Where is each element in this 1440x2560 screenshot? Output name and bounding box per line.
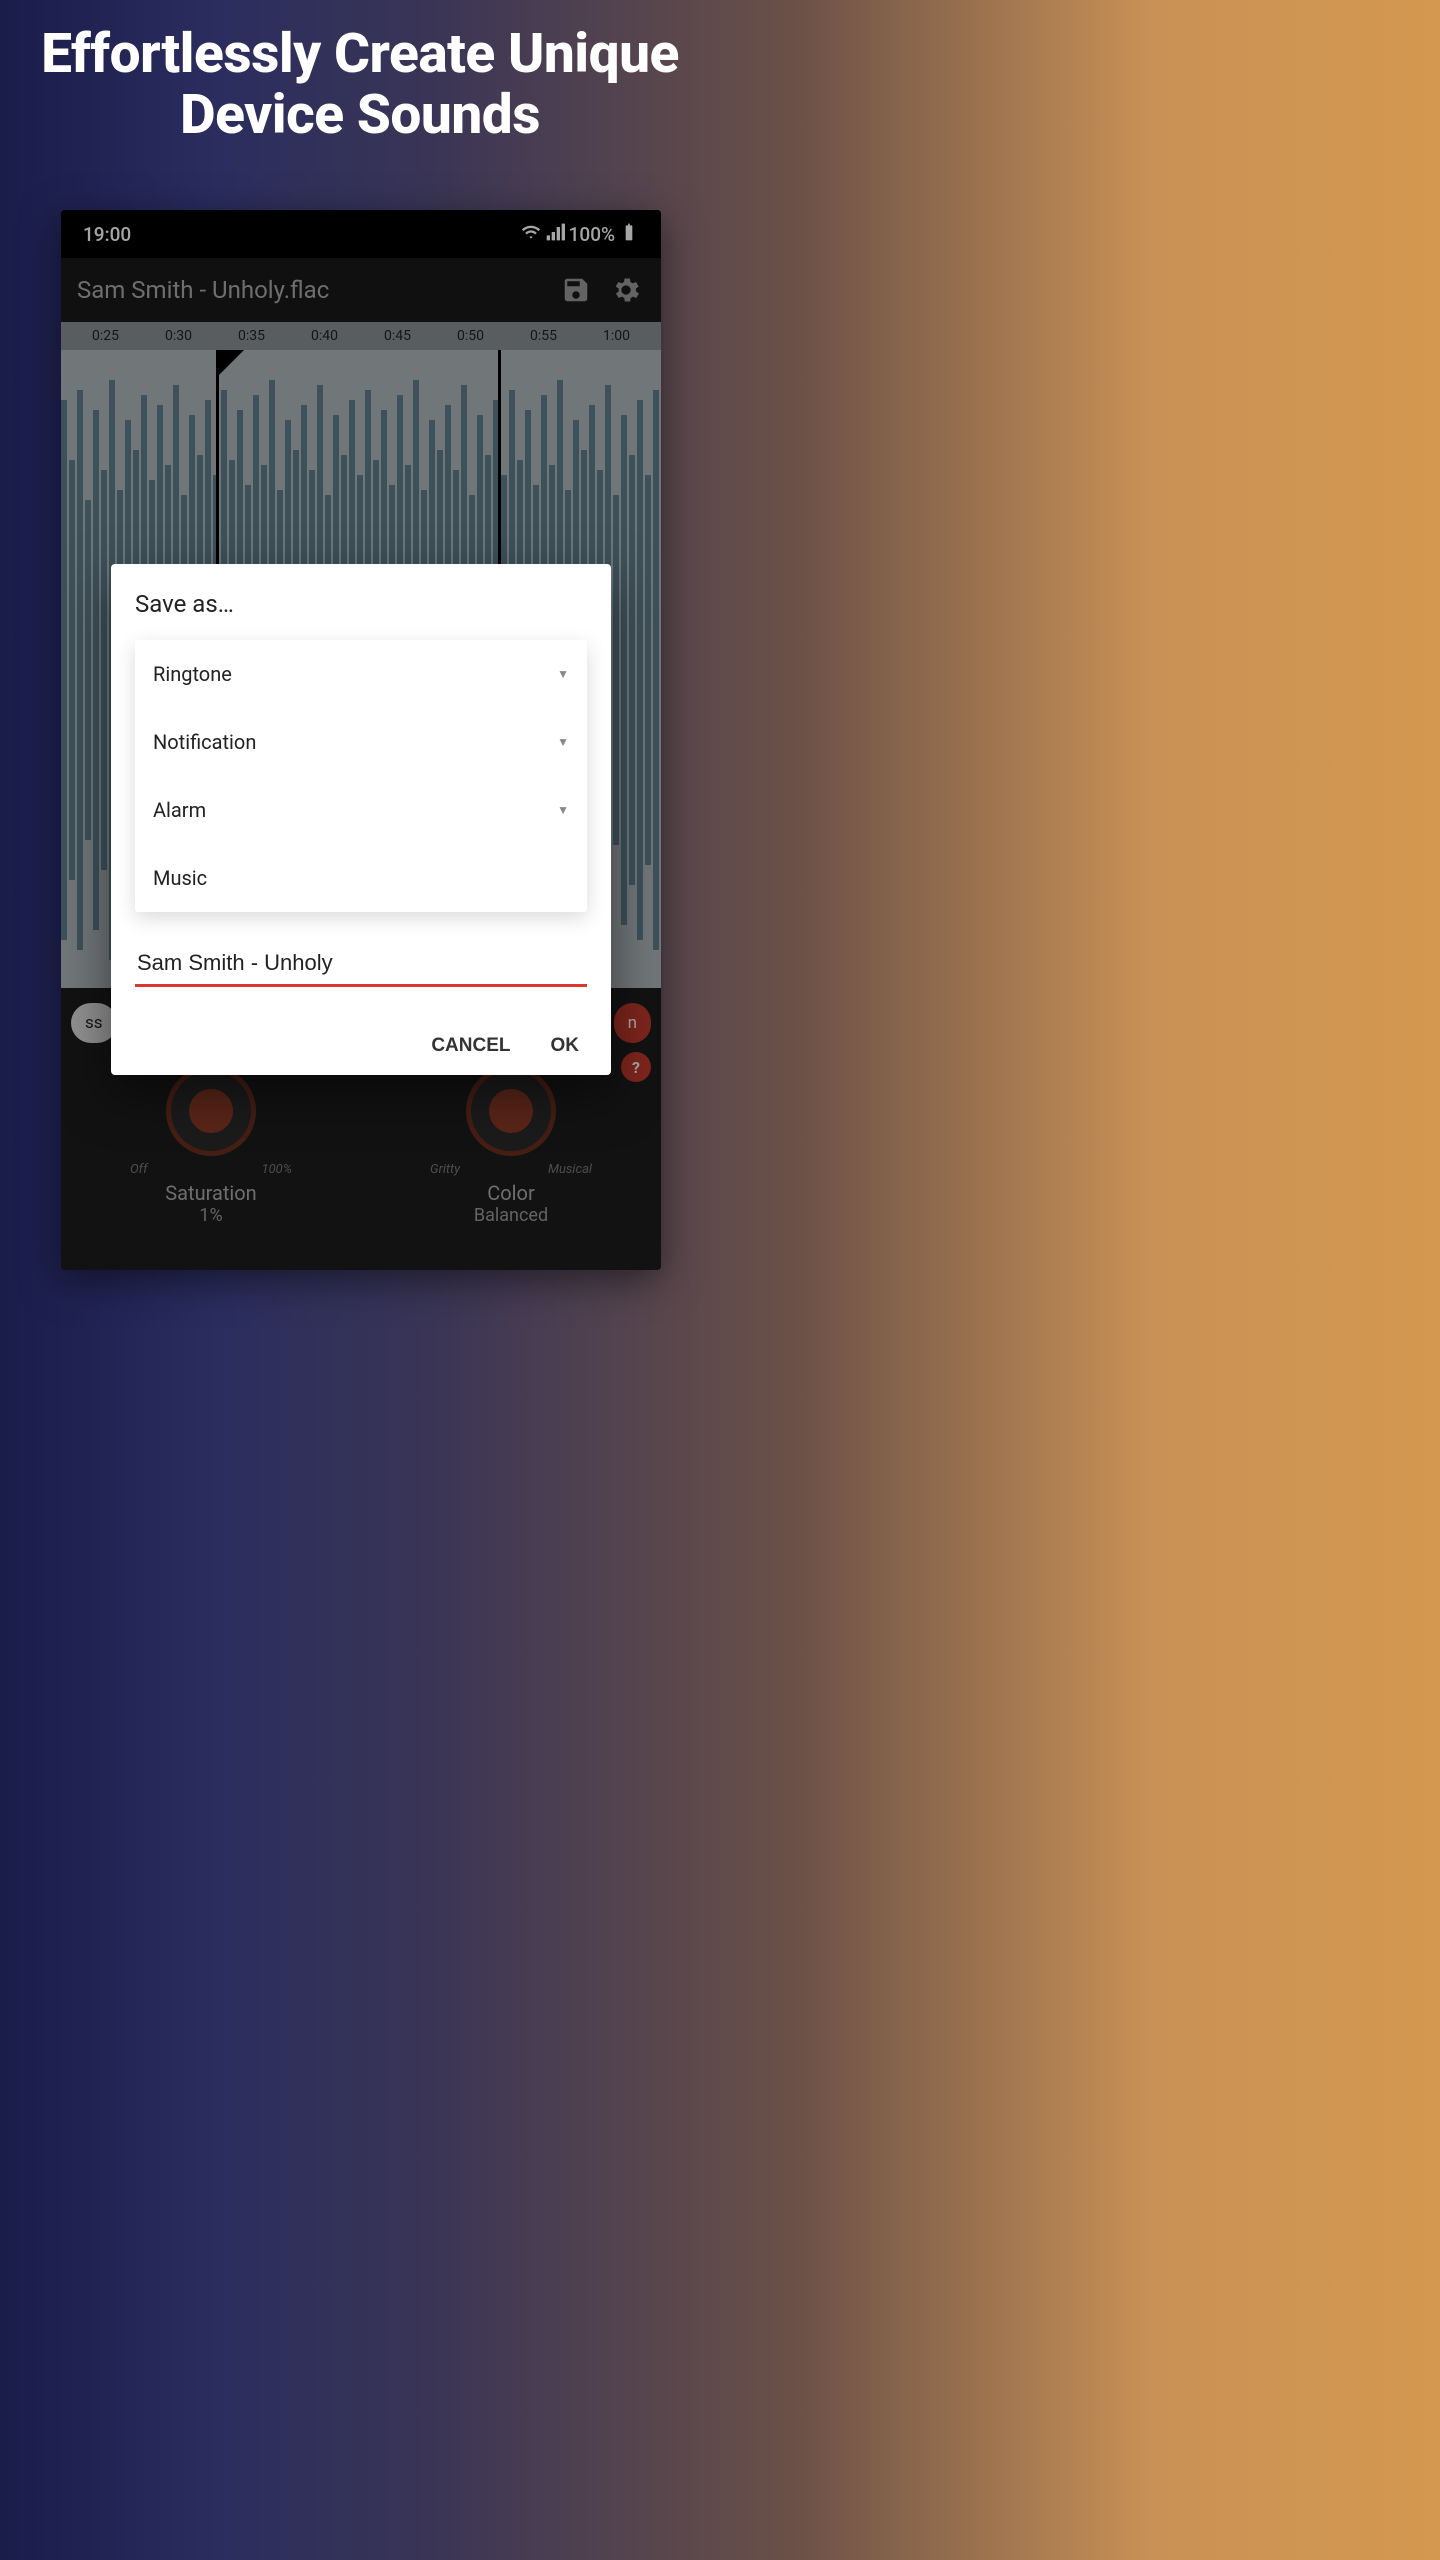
phone-frame: 19:00 100% Sam Smith - Unholy.flac 0:25 …	[61, 210, 661, 1270]
option-label: Music	[153, 866, 207, 890]
dropdown-option-ringtone[interactable]: Ringtone ▼	[135, 640, 587, 708]
promo-headline: Effortlessly Create Unique Device Sounds	[0, 0, 720, 165]
option-label: Notification	[153, 730, 256, 754]
option-label: Ringtone	[153, 662, 232, 686]
filename-input[interactable]	[135, 942, 587, 987]
chevron-down-icon: ▼	[557, 803, 569, 817]
cancel-button[interactable]: CANCEL	[431, 1035, 510, 1057]
ok-button[interactable]: OK	[551, 1035, 580, 1057]
save-as-dialog: Save as… Ringtone ▼ Notification ▼ Alarm…	[111, 564, 611, 1075]
dropdown-option-music[interactable]: Music	[135, 844, 587, 912]
chevron-down-icon: ▼	[557, 735, 569, 749]
option-label: Alarm	[153, 798, 206, 822]
dropdown-option-alarm[interactable]: Alarm ▼	[135, 776, 587, 844]
dropdown-option-notification[interactable]: Notification ▼	[135, 708, 587, 776]
dialog-title: Save as…	[135, 590, 587, 618]
save-type-dropdown[interactable]: Ringtone ▼ Notification ▼ Alarm ▼ Music	[135, 640, 587, 912]
chevron-down-icon: ▼	[557, 667, 569, 681]
